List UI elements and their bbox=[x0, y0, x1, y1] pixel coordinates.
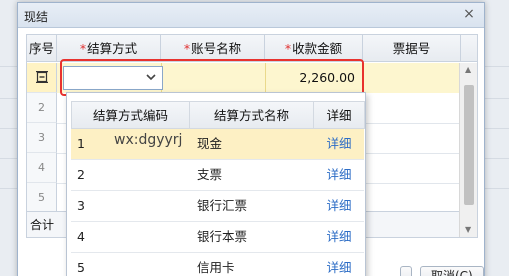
settlement-method-dropdown: 结算方式编码 结算方式名称 详细 1 现金 详细 2 支票 详细 3 银行汇票 … bbox=[66, 92, 366, 276]
column-header-amount[interactable]: *收款金额 bbox=[265, 35, 363, 62]
row-edit-icon bbox=[36, 71, 48, 83]
option-name: 银行汇票 bbox=[197, 198, 248, 213]
scroll-up-icon[interactable]: ▲ bbox=[465, 66, 473, 74]
grid-header: 序号 *结算方式 *账号名称 *收款金额 票据号 bbox=[27, 35, 477, 62]
column-header-account-name[interactable]: *账号名称 bbox=[161, 35, 265, 62]
dropdown-header-name: 结算方式名称 bbox=[189, 101, 313, 129]
option-code: 4 bbox=[77, 229, 85, 244]
option-detail-link[interactable]: 详细 bbox=[313, 253, 365, 276]
total-label: 合计 bbox=[29, 218, 54, 232]
ok-button[interactable] bbox=[400, 266, 412, 276]
option-detail-link[interactable]: 详细 bbox=[313, 191, 365, 221]
cancel-button[interactable]: 取消(C) bbox=[420, 266, 484, 276]
option-name: 银行本票 bbox=[197, 229, 248, 244]
row-1-marker[interactable] bbox=[27, 63, 57, 93]
column-header-settlement-method[interactable]: *结算方式 bbox=[57, 35, 161, 62]
option-code: 2 bbox=[77, 167, 85, 182]
dropdown-scrollbar[interactable] bbox=[365, 129, 366, 276]
grid-scrollbar[interactable]: ▲ ▼ bbox=[459, 63, 477, 237]
row-number: 4 bbox=[27, 153, 57, 183]
row-number: 5 bbox=[27, 183, 57, 213]
option-code: 3 bbox=[77, 198, 85, 213]
scroll-down-icon[interactable]: ▼ bbox=[465, 226, 473, 234]
option-detail-link[interactable]: 详细 bbox=[313, 160, 365, 190]
highlight-annotation bbox=[60, 59, 364, 96]
option-detail-link[interactable]: 详细 bbox=[313, 129, 365, 159]
dialog-title: 现结 bbox=[24, 10, 49, 24]
option-code: 1 bbox=[77, 136, 85, 151]
watermark-text: wx:dgyyrj bbox=[114, 132, 183, 148]
dialog-header: 现结 × bbox=[18, 3, 484, 28]
option-detail-link[interactable]: 详细 bbox=[313, 222, 365, 252]
dropdown-option[interactable]: 4 银行本票 详细 bbox=[71, 222, 364, 253]
dropdown-option[interactable]: 3 银行汇票 详细 bbox=[71, 191, 364, 222]
dropdown-option[interactable]: 2 支票 详细 bbox=[71, 160, 364, 191]
dropdown-header-detail: 详细 bbox=[313, 101, 365, 129]
row-number: 3 bbox=[27, 123, 57, 153]
option-name: 现金 bbox=[197, 136, 223, 151]
option-name: 信用卡 bbox=[197, 260, 235, 275]
dropdown-option[interactable]: 5 信用卡 详细 bbox=[71, 253, 364, 276]
column-header-bill-number[interactable]: 票据号 bbox=[363, 35, 461, 62]
option-code: 5 bbox=[77, 260, 85, 275]
dropdown-header-code: 结算方式编码 bbox=[71, 101, 189, 129]
option-name: 支票 bbox=[197, 167, 223, 182]
close-icon[interactable]: × bbox=[462, 6, 476, 22]
column-header-index: 序号 bbox=[27, 35, 57, 62]
row-number: 2 bbox=[27, 93, 57, 123]
scrollbar-thumb[interactable] bbox=[464, 85, 474, 205]
